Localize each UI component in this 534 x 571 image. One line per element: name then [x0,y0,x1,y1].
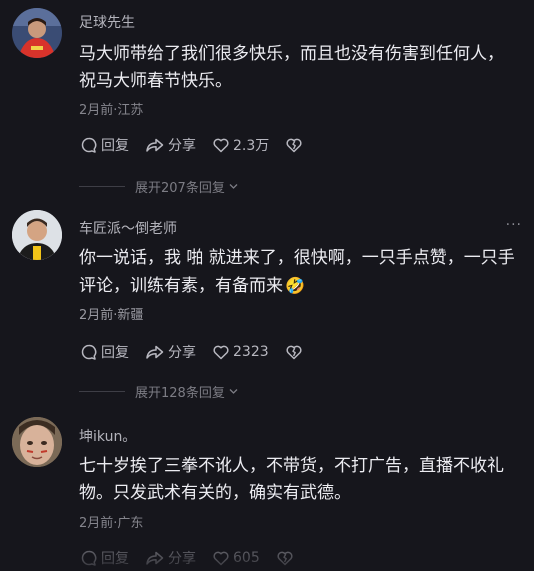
comment-2: 车匠派～倒老师 ··· 你一说话，我 啪 就进来了，很快啊，一只手点赞，一只手 … [0,200,534,405]
share-button[interactable]: 分享 [145,135,196,155]
comment-1: 足球先生 马大师带给了我们很多快乐，而且也没有伤害到任何人， 祝马大师春节快乐。… [0,0,534,200]
share-label: 分享 [168,345,196,361]
comment-actions: 回复 分享 2.3万 [80,134,322,156]
comment-author[interactable]: 足球先生 [79,12,135,32]
broken-heart-icon [286,345,302,360]
comment-3: 坤ikun。 七十岁挨了三拳不讹人，不带货，不打广告，直播不收礼 物。只发武术有… [0,405,534,571]
dislike-button[interactable] [276,549,297,567]
expand-label: 展开207条回复 [135,180,225,196]
reply-label: 回复 [101,345,129,361]
comment-text-line: 七十岁挨了三拳不讹人，不带货，不打广告，直播不收礼 [79,456,504,476]
dislike-button[interactable] [285,136,306,154]
expand-replies[interactable]: 展开207条回复 [79,177,239,196]
like-count: 605 [233,550,260,566]
broken-heart-icon [286,138,302,153]
comment-text: 七十岁挨了三拳不讹人，不带货，不打广告，直播不收礼 物。只发武术有关的，确实有武… [79,453,524,507]
share-label: 分享 [168,551,196,567]
chat-bubble-icon [81,550,97,566]
chat-bubble-icon [81,344,97,360]
avatar-image [12,210,62,260]
comment-author[interactable]: 车匠派～倒老师 [79,218,177,238]
avatar[interactable] [12,417,62,467]
heart-icon [213,345,229,360]
comment-meta: 2月前·广东 [79,516,144,531]
avatar-image [12,417,62,467]
divider-line [79,185,125,187]
like-button[interactable]: 2.3万 [212,135,269,155]
share-label: 分享 [168,138,196,154]
chat-bubble-icon [81,137,97,153]
comment-text-line: 祝马大师春节快乐。 [79,71,232,91]
more-options-icon[interactable]: ··· [506,217,522,233]
comment-text: 你一说话，我 啪 就进来了，很快啊，一只手点赞，一只手 评论，训练有素，有备而来… [79,245,530,300]
comment-text-part: 评论，训练有素，有备而来 [79,276,283,296]
comment-meta: 2月前·江苏 [79,103,144,118]
reply-button[interactable]: 回复 [80,135,129,155]
comment-text-line: 物。只发武术有关的，确实有武德。 [79,483,351,503]
like-count: 2323 [233,344,269,360]
heart-icon [213,551,229,566]
chevron-down-icon [229,183,238,189]
comment-actions: 回复 分享 605 [80,547,313,569]
avatar[interactable] [12,210,62,260]
share-arrow-icon [146,345,164,359]
like-button[interactable]: 2323 [212,343,269,361]
reply-label: 回复 [101,138,129,154]
chevron-down-icon [229,388,238,394]
comment-text-line: 马大师带给了我们很多快乐，而且也没有伤害到任何人， [79,44,504,64]
avatar[interactable] [12,8,62,58]
share-button[interactable]: 分享 [145,548,196,568]
share-arrow-icon [146,138,164,152]
comment-text-line: 评论，训练有素，有备而来 🤣 [79,272,530,300]
comment-text: 马大师带给了我们很多快乐，而且也没有伤害到任何人， 祝马大师春节快乐。 [79,41,524,95]
divider-line [79,390,125,392]
expand-replies[interactable]: 展开128条回复 [79,382,239,401]
share-arrow-icon [146,551,164,565]
reply-button[interactable]: 回复 [80,342,129,362]
comment-author[interactable]: 坤ikun。 [79,426,136,446]
expand-label: 展开128条回复 [135,385,225,401]
like-count: 2.3万 [233,138,270,154]
rofl-emoji-icon: 🤣 [285,276,305,295]
broken-heart-icon [277,551,293,566]
avatar-image [12,8,62,58]
reply-button[interactable]: 回复 [80,548,129,568]
comment-text-line: 你一说话，我 啪 就进来了，很快啊，一只手点赞，一只手 [79,248,515,268]
comment-meta: 2月前·新疆 [79,308,144,323]
like-button[interactable]: 605 [212,549,260,567]
heart-icon [213,138,229,153]
dislike-button[interactable] [285,343,306,361]
share-button[interactable]: 分享 [145,342,196,362]
reply-label: 回复 [101,551,129,567]
comment-actions: 回复 分享 2323 [80,341,322,363]
